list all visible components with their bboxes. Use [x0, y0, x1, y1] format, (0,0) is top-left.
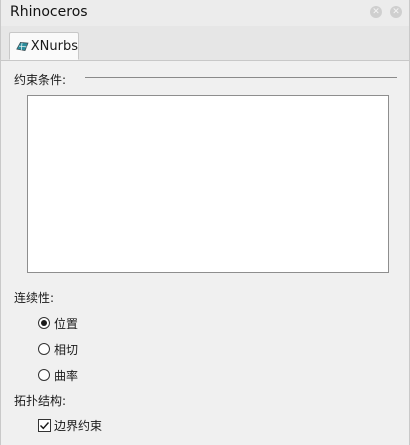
- radio-curvature[interactable]: [38, 369, 50, 381]
- tab-strip: XNurbs: [1, 26, 409, 61]
- constraints-list[interactable]: [27, 95, 389, 273]
- xnurbs-panel: 约束条件: 连续性: 位置 相切 曲率 拓扑结构: 边界约束: [1, 61, 409, 445]
- radio-tangent[interactable]: [38, 343, 50, 355]
- checkmark-icon: [40, 421, 50, 429]
- continuity-label: 连续性:: [14, 291, 55, 305]
- close-icon[interactable]: ✕: [390, 6, 402, 18]
- continuity-option-curvature[interactable]: 曲率: [38, 367, 78, 383]
- radio-label-tangent: 相切: [54, 342, 79, 357]
- tab-label: XNurbs: [30, 38, 78, 54]
- window-title: Rhinoceros: [10, 4, 88, 20]
- boundary-constraint-label: 边界约束: [54, 418, 103, 433]
- section-divider: [85, 77, 397, 78]
- continuity-option-position[interactable]: 位置: [38, 315, 78, 331]
- radio-selected-dot: [41, 320, 47, 326]
- pin-icon[interactable]: ✕: [370, 6, 382, 18]
- continuity-option-tangent[interactable]: 相切: [38, 341, 78, 357]
- radio-label-curvature: 曲率: [54, 368, 79, 383]
- radio-label-position: 位置: [54, 316, 79, 331]
- topology-label: 拓扑结构:: [14, 394, 67, 408]
- tab-xnurbs[interactable]: XNurbs: [9, 32, 79, 60]
- rhino-window: Rhinoceros ✕ ✕ XNurbs 约束条件: 连续性: 位置 相切 曲…: [0, 0, 410, 445]
- boundary-constraint-checkbox[interactable]: [38, 418, 51, 432]
- constraints-label: 约束条件:: [14, 73, 67, 87]
- boundary-constraint-option[interactable]: 边界约束: [38, 417, 102, 433]
- xnurbs-surface-icon: [16, 41, 29, 51]
- title-bar[interactable]: Rhinoceros ✕ ✕: [1, 0, 409, 27]
- radio-position[interactable]: [38, 317, 50, 329]
